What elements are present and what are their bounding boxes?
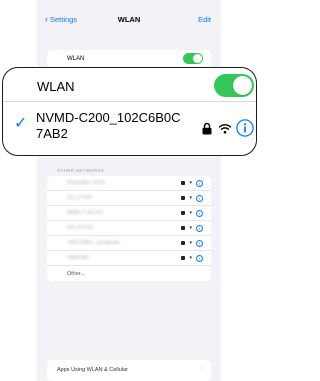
network-row[interactable]: CU_FTHP ▾ i [47,191,211,206]
wifi-icon: ▾ [189,255,192,261]
wifi-icon: ▾ [189,225,192,231]
wlan-toggle-group: WLAN [47,50,211,68]
toggle-knob [233,76,252,95]
info-icon[interactable]: i [196,224,203,232]
network-row[interactable]: 2ABFMO ▾ i [47,251,211,266]
wifi-icon: ▾ [189,240,192,246]
settings-screen: ‹ Settings WLAN Edit WLAN OTHER NETWORKS… [37,0,221,381]
network-row[interactable]: TAICOMIC_Unutunile ▾ i [47,236,211,251]
info-icon[interactable]: i [196,209,203,217]
checkmark-icon: ✓ [14,113,28,132]
wlan-toggle[interactable] [214,74,254,97]
apps-using-wlan-row[interactable]: Apps Using WLAN & Cellular › [47,360,211,381]
info-icon[interactable]: i [196,194,203,202]
lock-icon [181,226,186,230]
info-icon[interactable]: i [196,179,203,187]
apps-using-wlan-label: Apps Using WLAN & Cellular [57,367,128,373]
info-icon[interactable]: i [196,254,203,262]
lock-icon [202,122,212,135]
wifi-icon [219,124,231,134]
lock-icon [181,196,186,200]
lock-icon [181,256,186,260]
other-network-row[interactable]: Other... [47,266,211,281]
other-networks-list: DimaSkin-DGO ▾ i CU_FTHP ▾ i BBBCT-5G-HT ▾… [47,176,211,281]
network-name: HG-C3-5G [67,225,94,231]
wifi-icon: ▾ [189,195,192,201]
lock-icon [181,211,186,215]
lock-icon [181,181,186,185]
network-name: CU_FTHP [67,195,93,201]
divider [3,101,256,102]
wlan-row-label: WLAN [67,56,85,62]
network-row[interactable]: DimaSkin-DGO ▾ i [47,176,211,191]
zoomed-wlan-callout: WLAN ✓ NVMD-C200_102C6B0C7AB2 [2,67,257,156]
network-name: BBBCT-5G-HT [67,210,104,216]
navigation-bar: ‹ Settings WLAN Edit [37,12,221,30]
network-row[interactable]: BBBCT-5G-HT ▾ i [47,206,211,221]
edit-button[interactable]: Edit [198,15,211,24]
wlan-small-toggle[interactable] [183,53,203,64]
wifi-icon: ▾ [189,180,192,186]
wifi-icon: ▾ [189,210,192,216]
info-icon[interactable] [236,119,254,137]
other-network-label: Other... [67,270,86,277]
wlan-label: WLAN [37,79,75,94]
network-row[interactable]: HG-C3-5G ▾ i [47,221,211,236]
network-name: DimaSkin-DGO [67,180,105,186]
network-name: 2ABFMO [67,255,90,261]
chevron-right-icon: › [200,365,203,372]
page-title: WLAN [117,15,141,24]
network-name: TAICOMIC_Unutunile [67,240,120,246]
connected-network-name[interactable]: NVMD-C200_102C6B0C7AB2 [36,110,186,142]
info-icon[interactable]: i [196,239,203,247]
lock-icon [181,241,186,245]
other-networks-header: OTHER NETWORKS [57,168,105,173]
